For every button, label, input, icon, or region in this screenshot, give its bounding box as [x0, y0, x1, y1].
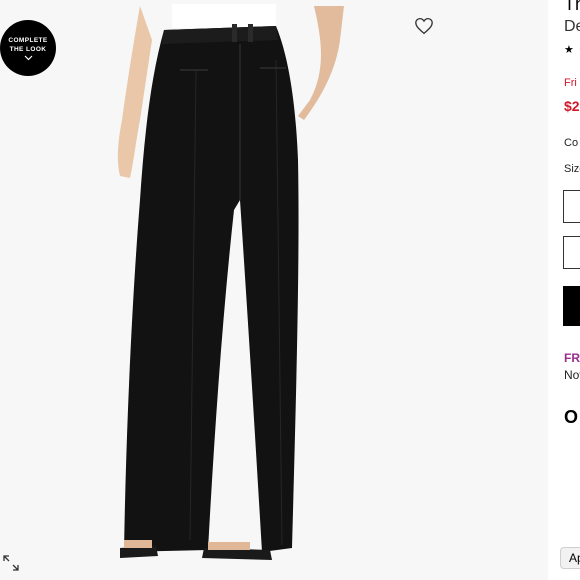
- color-label: Co: [564, 137, 579, 149]
- complete-the-look-button[interactable]: COMPLETE THE LOOK: [0, 20, 56, 76]
- size-option[interactable]: [563, 190, 580, 223]
- product-photo: [117, 4, 344, 560]
- shipping-note: Nov: [564, 368, 580, 382]
- price: $2: [564, 98, 580, 114]
- designer-link[interactable]: De: [564, 18, 580, 36]
- product-title: Th: [564, 0, 580, 14]
- expand-icon[interactable]: [2, 554, 20, 572]
- product-image-area: COMPLETE THE LOOK: [0, 0, 548, 580]
- size-option[interactable]: [563, 236, 580, 269]
- heart-icon[interactable]: [414, 17, 434, 35]
- add-to-bag-button[interactable]: [563, 286, 580, 326]
- promo-text: Fri: [564, 77, 577, 89]
- other-section-heading: O: [564, 407, 579, 427]
- chevron-down-icon: [24, 55, 32, 60]
- shipping-promo: FRI: [564, 351, 580, 365]
- complete-look-line1: COMPLETE: [8, 36, 48, 44]
- rating-stars[interactable]: ★ ★: [564, 43, 580, 56]
- complete-look-line2: THE LOOK: [9, 45, 47, 53]
- size-label: Size: [564, 163, 580, 175]
- chat-button[interactable]: Ap: [560, 547, 580, 569]
